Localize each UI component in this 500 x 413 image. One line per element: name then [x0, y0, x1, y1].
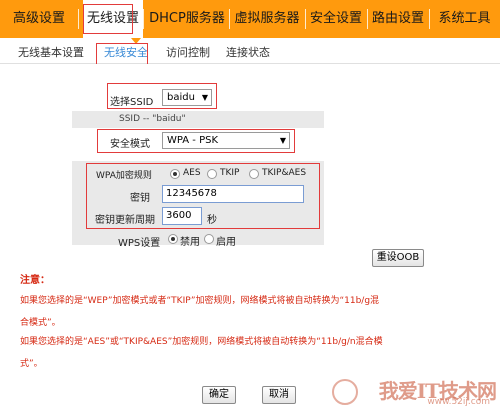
key-renewal-input[interactable]: 3600 [162, 207, 202, 225]
security-mode-label: 安全模式 [110, 139, 150, 150]
notes-line-4: 式”。 [20, 359, 43, 369]
menu-dhcp-server[interactable]: DHCP服务器 [145, 0, 229, 38]
ssid-label: 选择SSID [110, 97, 154, 108]
cancel-button[interactable]: 取消 [262, 386, 296, 404]
watermark-url: www.52ij.com [427, 397, 490, 407]
wpa-cipher-aes-radio[interactable] [170, 169, 180, 179]
wpa-cipher-tkip-radio[interactable] [207, 169, 217, 179]
ssid-select[interactable]: baidu ▼ [162, 89, 212, 106]
dropdown-arrow-icon: ▼ [201, 93, 208, 102]
top-menu: 高级设置 无线设置 DHCP服务器 虚拟服务器 安全设置 路由设置 系统工具 [0, 0, 500, 38]
sub-tab-connection-status[interactable]: 连接状态 [226, 44, 270, 60]
content-area: 选择SSID baidu ▼ SSID -- "baidu" 安全模式 WPA … [0, 64, 500, 413]
wpa-cipher-tkip-aes-radio[interactable] [249, 169, 259, 179]
ssid-info-text: SSID -- "baidu" [119, 114, 186, 124]
menu-virtual-server[interactable]: 虚拟服务器 [229, 0, 305, 38]
menu-routing-settings[interactable]: 路由设置 [367, 0, 429, 38]
notes-line-1: 如果您选择的是“WEP”加密模式或者“TKIP”加密规则，网络模式将被自动转换为… [20, 296, 380, 306]
sub-tab-wireless-security[interactable]: 无线安全 [104, 44, 148, 60]
dropdown-arrow-icon: ▼ [279, 136, 286, 145]
sub-menu: 无线基本设置 无线安全 访问控制 连接状态 [0, 38, 500, 64]
confirm-button[interactable]: 确定 [202, 386, 236, 404]
sub-tab-wireless-basic[interactable]: 无线基本设置 [18, 44, 84, 60]
notes-line-3: 如果您选择的是“AES”或“TKIP&AES”加密规则，网络模式将被自动转换为“… [20, 337, 383, 347]
reset-oob-button[interactable]: 重设OOB [372, 249, 424, 267]
ssid-info-row [72, 111, 324, 128]
menu-separator [78, 9, 79, 29]
menu-separator [143, 9, 144, 29]
key-label: 密钥 [130, 193, 150, 204]
ssid-value: baidu [167, 92, 195, 103]
watermark: 我爱IT技术网 www.52ij.com [332, 375, 497, 411]
key-renewal-label: 密钥更新周期 [95, 215, 155, 226]
security-mode-value: WPA - PSK [167, 135, 219, 146]
menu-advanced-settings[interactable]: 高级设置 [0, 0, 78, 38]
watermark-logo-icon [332, 379, 358, 405]
menu-security-settings[interactable]: 安全设置 [305, 0, 367, 38]
key-renewal-unit: 秒 [207, 215, 217, 226]
menu-system-tools[interactable]: 系统工具 [429, 0, 500, 38]
wps-disable-radio[interactable] [168, 234, 178, 244]
key-input[interactable]: 12345678 [162, 185, 304, 203]
sub-tab-access-control[interactable]: 访问控制 [166, 44, 210, 60]
wpa-cipher-aes-label: AES [183, 168, 201, 178]
wps-enable-label: 启用 [216, 237, 236, 248]
menu-wireless-settings[interactable]: 无线设置 [83, 0, 143, 38]
wps-enable-radio[interactable] [204, 234, 214, 244]
wps-label: WPS设置 [118, 238, 161, 249]
wpa-cipher-label: WPA加密规则 [96, 171, 152, 181]
active-menu-pointer-icon [131, 38, 141, 44]
wps-disable-label: 禁用 [180, 237, 200, 248]
wpa-cipher-tkip-aes-label: TKIP&AES [262, 168, 307, 178]
wpa-cipher-tkip-label: TKIP [220, 168, 240, 178]
notes-line-2: 合模式”。 [20, 318, 61, 328]
security-mode-select[interactable]: WPA - PSK ▼ [162, 132, 290, 149]
notes-title: 注意： [20, 275, 50, 286]
